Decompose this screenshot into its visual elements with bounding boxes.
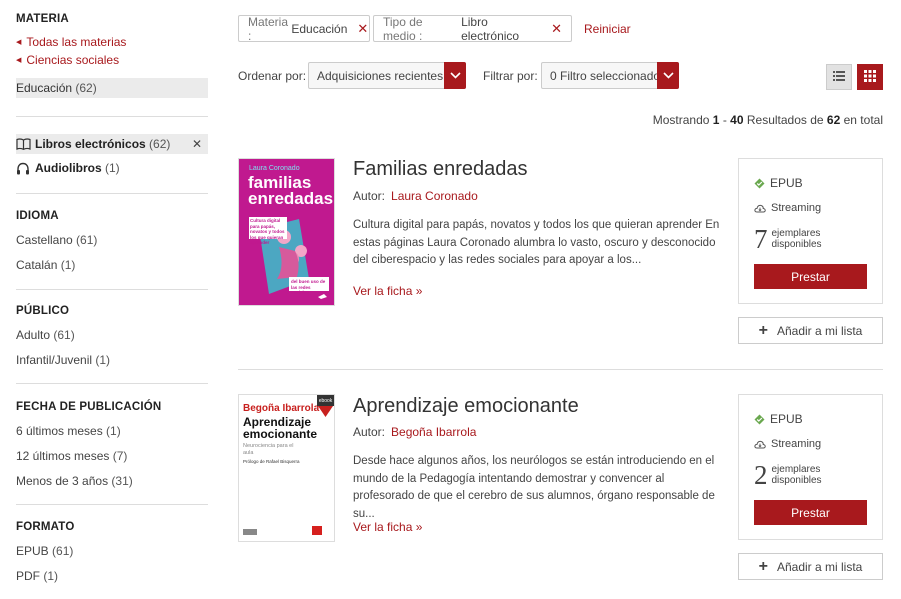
divider [16, 289, 208, 290]
filter-select[interactable]: 0 Filtro seleccionado [541, 62, 679, 89]
borrow-button[interactable]: Prestar [754, 500, 867, 525]
results-count: Mostrando 1 - 40 Resultados de 62 en tot… [652, 113, 883, 127]
facet-title-language: IDIOMA [16, 210, 59, 222]
book-title-link[interactable]: Familias enredadas [353, 158, 528, 181]
facet-title-format: FORMATO [16, 521, 75, 533]
headphones-icon [16, 162, 32, 175]
check-icon [754, 178, 765, 189]
crumb-all-subjects[interactable]: ◀ Todas las materias [16, 35, 126, 49]
book-title-link[interactable]: Aprendizaje emocionante [353, 395, 579, 418]
filter-chip-subject[interactable]: Materia : Educación ✕ [238, 15, 370, 43]
filter-label: Filtrar por: [483, 69, 538, 83]
plus-icon: + [758, 321, 768, 339]
plus-icon: + [758, 557, 768, 575]
author-link[interactable]: Begoña Ibarrola [391, 425, 476, 439]
remove-filter-icon[interactable]: ✕ [192, 137, 202, 151]
facet-selected-education[interactable]: Educación (62) [16, 78, 208, 98]
streaming-label: Streaming [771, 202, 822, 214]
facet-item-pdf[interactable]: PDF (1) [16, 569, 58, 583]
book-icon [16, 138, 32, 150]
list-view-button[interactable] [826, 64, 852, 90]
divider [16, 383, 208, 384]
facet-title-audience: PÚBLICO [16, 305, 70, 317]
chevron-down-icon [444, 62, 466, 89]
format-audiobooks[interactable]: Audiolibros (1) [16, 161, 120, 175]
add-to-list-button[interactable]: + Añadir a mi lista [738, 317, 883, 344]
filter-chip-media-type[interactable]: Tipo de medio : Libro electrónico ✕ [373, 15, 572, 43]
view-details-link[interactable]: Ver la ficha » [353, 520, 422, 534]
grid-icon [864, 69, 876, 85]
facet-item-6-months[interactable]: 6 últimos meses (1) [16, 424, 121, 438]
divider [16, 193, 208, 194]
book-description: Desde hace algunos años, los neurólogos … [353, 455, 715, 520]
format-label: EPUB [770, 412, 803, 426]
remove-chip-icon[interactable]: ✕ [357, 21, 368, 37]
divider [16, 504, 208, 505]
availability-box: EPUB Streaming 2 ejemplares disponibles … [738, 394, 883, 540]
divider [16, 116, 208, 117]
book-author: Autor: Laura Coronado [353, 189, 478, 203]
grid-view-button[interactable] [857, 64, 883, 90]
facet-title-pubdate: FECHA DE PUBLICACIÓN [16, 401, 162, 413]
facet-item-catalan[interactable]: Catalán (1) [16, 258, 75, 272]
check-icon [754, 414, 765, 425]
book-cover[interactable]: Begoña Ibarrola ebook Aprendizaje emocion… [238, 394, 335, 542]
result-separator [238, 369, 883, 370]
sort-label: Ordenar por: [238, 69, 307, 83]
facet-item-adult[interactable]: Adulto (61) [16, 328, 75, 342]
chevron-down-icon [657, 62, 679, 89]
caret-left-icon: ◀ [16, 57, 22, 64]
cloud-icon [754, 440, 766, 449]
copies-available: 7 ejemplares disponibles [754, 224, 822, 254]
format-ebooks-selected[interactable]: Libros electrónicos (62) ✕ [16, 134, 208, 154]
book-description: Cultura digital para papás, novatos y to… [353, 219, 720, 266]
author-link[interactable]: Laura Coronado [391, 189, 478, 203]
book-author: Autor: Begoña Ibarrola [353, 425, 477, 439]
facet-item-epub[interactable]: EPUB (61) [16, 544, 73, 558]
facet-item-12-months[interactable]: 12 últimos meses (7) [16, 449, 127, 463]
borrow-button[interactable]: Prestar [754, 264, 867, 289]
facet-item-castellano[interactable]: Castellano (61) [16, 233, 97, 247]
facet-item-juvenile[interactable]: Infantil/Juvenil (1) [16, 353, 110, 367]
remove-chip-icon[interactable]: ✕ [551, 21, 562, 37]
facet-title-materia: MATERIA [16, 13, 69, 25]
format-label: EPUB [770, 176, 803, 190]
cloud-icon [754, 204, 766, 213]
availability-box: EPUB Streaming 7 ejemplares disponibles … [738, 158, 883, 304]
reset-filters-link[interactable]: Reiniciar [584, 22, 631, 36]
sort-select[interactable]: Adquisiciones recientes [308, 62, 466, 89]
streaming-label: Streaming [771, 438, 822, 450]
copies-available: 2 ejemplares disponibles [754, 460, 822, 490]
crumb-social-sciences[interactable]: ◀ Ciencias sociales [16, 53, 119, 67]
facet-item-3-years[interactable]: Menos de 3 años (31) [16, 474, 133, 488]
list-icon [833, 70, 845, 84]
add-to-list-button[interactable]: + Añadir a mi lista [738, 553, 883, 580]
caret-left-icon: ◀ [16, 39, 22, 46]
book-cover[interactable]: Laura Coronado familias enredadas Cultura… [238, 158, 335, 306]
view-details-link[interactable]: Ver la ficha » [353, 284, 422, 298]
